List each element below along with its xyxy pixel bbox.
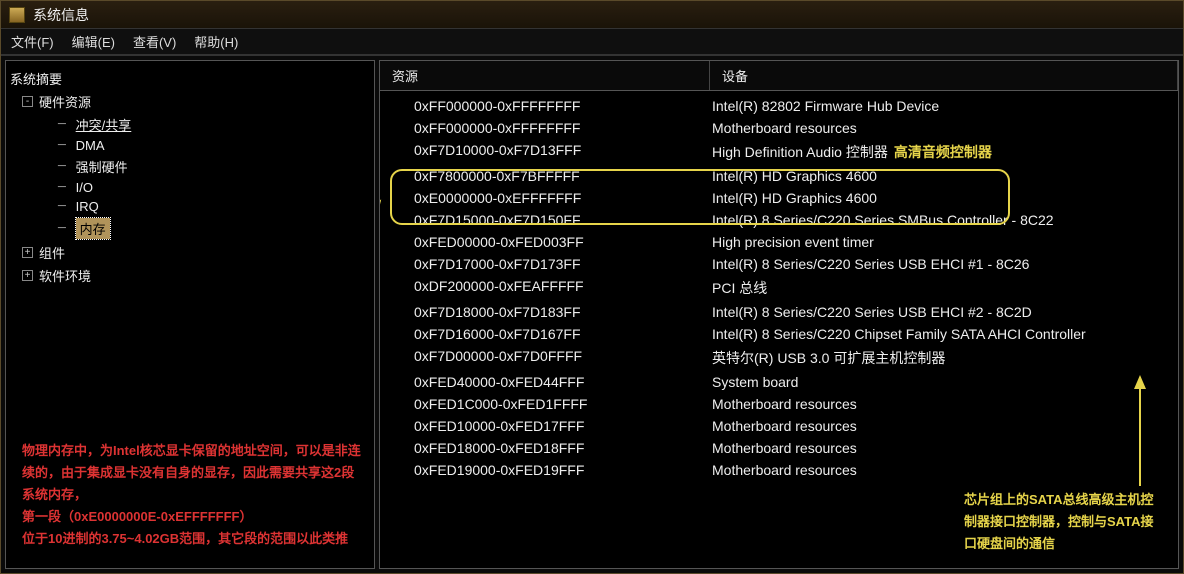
window-title: 系统信息 — [33, 5, 89, 25]
tree-label: I/O — [76, 180, 93, 195]
cell-resource: 0xF7D10000-0xF7D13FFF — [380, 142, 710, 162]
cell-resource: 0xFED10000-0xFED17FFF — [380, 418, 710, 434]
tree-item-7[interactable]: + 组件 — [22, 241, 370, 264]
cell-device: High precision event timer — [710, 234, 1178, 250]
cell-resource: 0xDF200000-0xFEAFFFFF — [380, 278, 710, 298]
cell-device: Motherboard resources — [710, 440, 1178, 456]
table-row[interactable]: 0xFF000000-0xFFFFFFFFIntel(R) 82802 Firm… — [380, 95, 1178, 117]
menu-help[interactable]: 帮助(H) — [194, 32, 238, 51]
cell-device: Intel(R) HD Graphics 4600 — [710, 168, 1178, 184]
app-icon — [9, 7, 25, 23]
menu-view[interactable]: 查看(V) — [133, 32, 176, 51]
cell-device: 英特尔(R) USB 3.0 可扩展主机控制器 — [710, 348, 1178, 368]
cell-device: Intel(R) 8 Series/C220 Series USB EHCI #… — [710, 256, 1178, 272]
cell-resource: 0xF7D00000-0xF7D0FFFF — [380, 348, 710, 368]
tree-label: 冲突/共享 — [76, 115, 132, 134]
tree-label: 强制硬件 — [76, 157, 128, 176]
expand-icon[interactable]: + — [22, 270, 33, 281]
col-header-device[interactable]: 设备 — [710, 61, 1178, 90]
table-row[interactable]: 0xF7D00000-0xF7D0FFFF英特尔(R) USB 3.0 可扩展主… — [380, 345, 1178, 371]
cell-resource: 0xFED18000-0xFED18FFF — [380, 440, 710, 456]
cell-device: High Definition Audio 控制器高清音频控制器 — [710, 142, 1178, 162]
cell-device: PCI 总线 — [710, 278, 1178, 298]
system-info-window: 系统信息 文件(F) 编辑(E) 查看(V) 帮助(H) 系统摘要 -硬件资源─… — [0, 0, 1184, 574]
annotation-inline: 高清音频控制器 — [894, 144, 992, 160]
table-row[interactable]: 0xFED1C000-0xFED1FFFFMotherboard resourc… — [380, 393, 1178, 415]
cell-device: System board — [710, 374, 1178, 390]
resource-table-panel: 资源 设备 0xFF000000-0xFFFFFFFFIntel(R) 8280… — [379, 60, 1179, 569]
cell-resource: 0xF7D15000-0xF7D150FF — [380, 212, 710, 228]
table-row[interactable]: 0xF7D17000-0xF7D173FFIntel(R) 8 Series/C… — [380, 253, 1178, 275]
cell-device: Intel(R) 82802 Firmware Hub Device — [710, 98, 1178, 114]
table-row[interactable]: 0xDF200000-0xFEAFFFFFPCI 总线 — [380, 275, 1178, 301]
col-header-resource[interactable]: 资源 — [380, 61, 710, 90]
cell-resource: 0xFF000000-0xFFFFFFFF — [380, 98, 710, 114]
tree-item-0[interactable]: -硬件资源 — [22, 90, 370, 113]
table-row[interactable]: 0xF7D10000-0xF7D13FFFHigh Definition Aud… — [380, 139, 1178, 165]
tree-root[interactable]: 系统摘要 — [10, 67, 370, 90]
tree-item-8[interactable]: + 软件环境 — [22, 264, 370, 287]
table-row[interactable]: 0xFED10000-0xFED17FFFMotherboard resourc… — [380, 415, 1178, 437]
tree-item-6[interactable]: ─ 内存 — [58, 216, 370, 241]
tree-label: 组件 — [39, 243, 65, 262]
annotation-memory-note: 物理内存中，为Intel核芯显卡保留的地址空间，可以是非连续的，由于集成显卡没有… — [22, 440, 362, 550]
content-area: 系统摘要 -硬件资源─ 冲突/共享─ DMA─ 强制硬件─ I/O─ IRQ─ … — [1, 55, 1183, 573]
tree-label: IRQ — [76, 199, 99, 214]
cell-device: Motherboard resources — [710, 120, 1178, 136]
cell-device: Intel(R) 8 Series/C220 Series USB EHCI #… — [710, 304, 1178, 320]
tree-panel: 系统摘要 -硬件资源─ 冲突/共享─ DMA─ 强制硬件─ I/O─ IRQ─ … — [5, 60, 375, 569]
menu-edit[interactable]: 编辑(E) — [72, 32, 115, 51]
tree-item-2[interactable]: ─ DMA — [58, 136, 370, 155]
table-row[interactable]: 0xF7D16000-0xF7D167FFIntel(R) 8 Series/C… — [380, 323, 1178, 345]
annotation-sata-note: 芯片组上的SATA总线高级主机控制器接口控制器，控制与SATA接口硬盘间的通信 — [964, 489, 1164, 555]
expand-icon[interactable]: + — [22, 247, 33, 258]
tree-label: DMA — [76, 138, 105, 153]
table-row[interactable]: 0xFF000000-0xFFFFFFFFMotherboard resourc… — [380, 117, 1178, 139]
table-row[interactable]: 0xF7D18000-0xF7D183FFIntel(R) 8 Series/C… — [380, 301, 1178, 323]
tree-label: 内存 — [76, 218, 110, 239]
tree-label: 软件环境 — [39, 266, 91, 285]
menu-file[interactable]: 文件(F) — [11, 32, 54, 51]
cell-device: Motherboard resources — [710, 396, 1178, 412]
table-header: 资源 设备 — [380, 61, 1178, 91]
tree-item-4[interactable]: ─ I/O — [58, 178, 370, 197]
cell-device: Intel(R) 8 Series/C220 Chipset Family SA… — [710, 326, 1178, 342]
cell-device: Intel(R) HD Graphics 4600 — [710, 190, 1178, 206]
tree-item-3[interactable]: ─ 强制硬件 — [58, 155, 370, 178]
tree-item-5[interactable]: ─ IRQ — [58, 197, 370, 216]
cell-resource: 0xF7D18000-0xF7D183FF — [380, 304, 710, 320]
cell-resource: 0xFED00000-0xFED003FF — [380, 234, 710, 250]
cell-resource: 0xFF000000-0xFFFFFFFF — [380, 120, 710, 136]
titlebar[interactable]: 系统信息 — [1, 1, 1183, 29]
cell-device: Motherboard resources — [710, 418, 1178, 434]
cell-device: Intel(R) 8 Series/C220 Series SMBus Cont… — [710, 212, 1178, 228]
tree-item-1[interactable]: ─ 冲突/共享 — [58, 113, 370, 136]
table-body: 0xFF000000-0xFFFFFFFFIntel(R) 82802 Firm… — [380, 91, 1178, 485]
table-row[interactable]: 0xE0000000-0xEFFFFFFFIntel(R) HD Graphic… — [380, 187, 1178, 209]
menubar: 文件(F) 编辑(E) 查看(V) 帮助(H) — [1, 29, 1183, 55]
cell-resource: 0xFED19000-0xFED19FFF — [380, 462, 710, 478]
cell-resource: 0xFED1C000-0xFED1FFFF — [380, 396, 710, 412]
tree-label: 硬件资源 — [39, 92, 91, 111]
cell-resource: 0xFED40000-0xFED44FFF — [380, 374, 710, 390]
table-row[interactable]: 0xF7800000-0xF7BFFFFFIntel(R) HD Graphic… — [380, 165, 1178, 187]
table-row[interactable]: 0xFED18000-0xFED18FFFMotherboard resourc… — [380, 437, 1178, 459]
table-row[interactable]: 0xFED00000-0xFED003FFHigh precision even… — [380, 231, 1178, 253]
table-row[interactable]: 0xFED19000-0xFED19FFFMotherboard resourc… — [380, 459, 1178, 481]
cell-resource: 0xF7D17000-0xF7D173FF — [380, 256, 710, 272]
cell-resource: 0xF7D16000-0xF7D167FF — [380, 326, 710, 342]
cell-device: Motherboard resources — [710, 462, 1178, 478]
table-row[interactable]: 0xF7D15000-0xF7D150FFIntel(R) 8 Series/C… — [380, 209, 1178, 231]
collapse-icon[interactable]: - — [22, 96, 33, 107]
cell-resource: 0xE0000000-0xEFFFFFFF — [380, 190, 710, 206]
table-row[interactable]: 0xFED40000-0xFED44FFFSystem board — [380, 371, 1178, 393]
cell-resource: 0xF7800000-0xF7BFFFFF — [380, 168, 710, 184]
